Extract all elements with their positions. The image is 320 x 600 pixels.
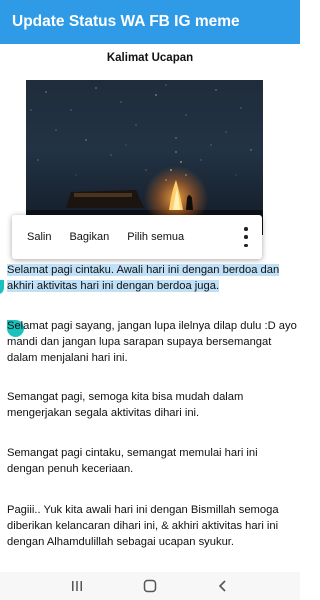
more-vert-icon[interactable]	[242, 227, 250, 247]
back-icon[interactable]	[208, 576, 238, 596]
quote-text: Selamat pagi sayang, jangan lupa ilelnya…	[7, 320, 297, 364]
quote-item[interactable]: Pagiii.. Yuk kita awali hari ini dengan …	[7, 502, 297, 550]
quote-text: Pagiii.. Yuk kita awali hari ini dengan …	[7, 504, 279, 548]
quote-text: Semangat pagi cintaku, semangat memulai …	[7, 447, 258, 475]
copy-menu-item[interactable]: Salin	[27, 231, 51, 243]
quote-item[interactable]: Selamat pagi sayang, jangan lupa ilelnya…	[7, 318, 297, 366]
share-menu-item[interactable]: Bagikan	[69, 231, 109, 243]
campfire-photo-art	[26, 84, 263, 235]
app-title: Update Status WA FB IG meme	[12, 13, 240, 30]
app-bar: Update Status WA FB IG meme	[0, 0, 300, 44]
home-icon[interactable]	[135, 576, 165, 596]
selected-quote-text[interactable]: Selamat pagi cintaku. Awali hari ini den…	[7, 264, 280, 292]
quote-text: Semangat pagi, semoga kita bisa mudah da…	[7, 391, 244, 419]
select-all-menu-item[interactable]: Pilih semua	[127, 231, 184, 243]
campfire-photo	[26, 80, 263, 235]
quote-item[interactable]: Semangat pagi, semoga kita bisa mudah da…	[7, 389, 297, 421]
selection-handle-start[interactable]	[0, 280, 4, 294]
recents-icon[interactable]	[62, 576, 92, 596]
quote-item[interactable]: Semangat pagi cintaku, semangat memulai …	[7, 445, 297, 477]
text-selection-menu: Salin Bagikan Pilih semua	[12, 215, 262, 259]
system-nav-bar	[0, 572, 300, 600]
section-heading: Kalimat Ucapan	[106, 52, 194, 64]
quote-item[interactable]: Selamat pagi cintaku. Awali hari ini den…	[7, 262, 297, 294]
